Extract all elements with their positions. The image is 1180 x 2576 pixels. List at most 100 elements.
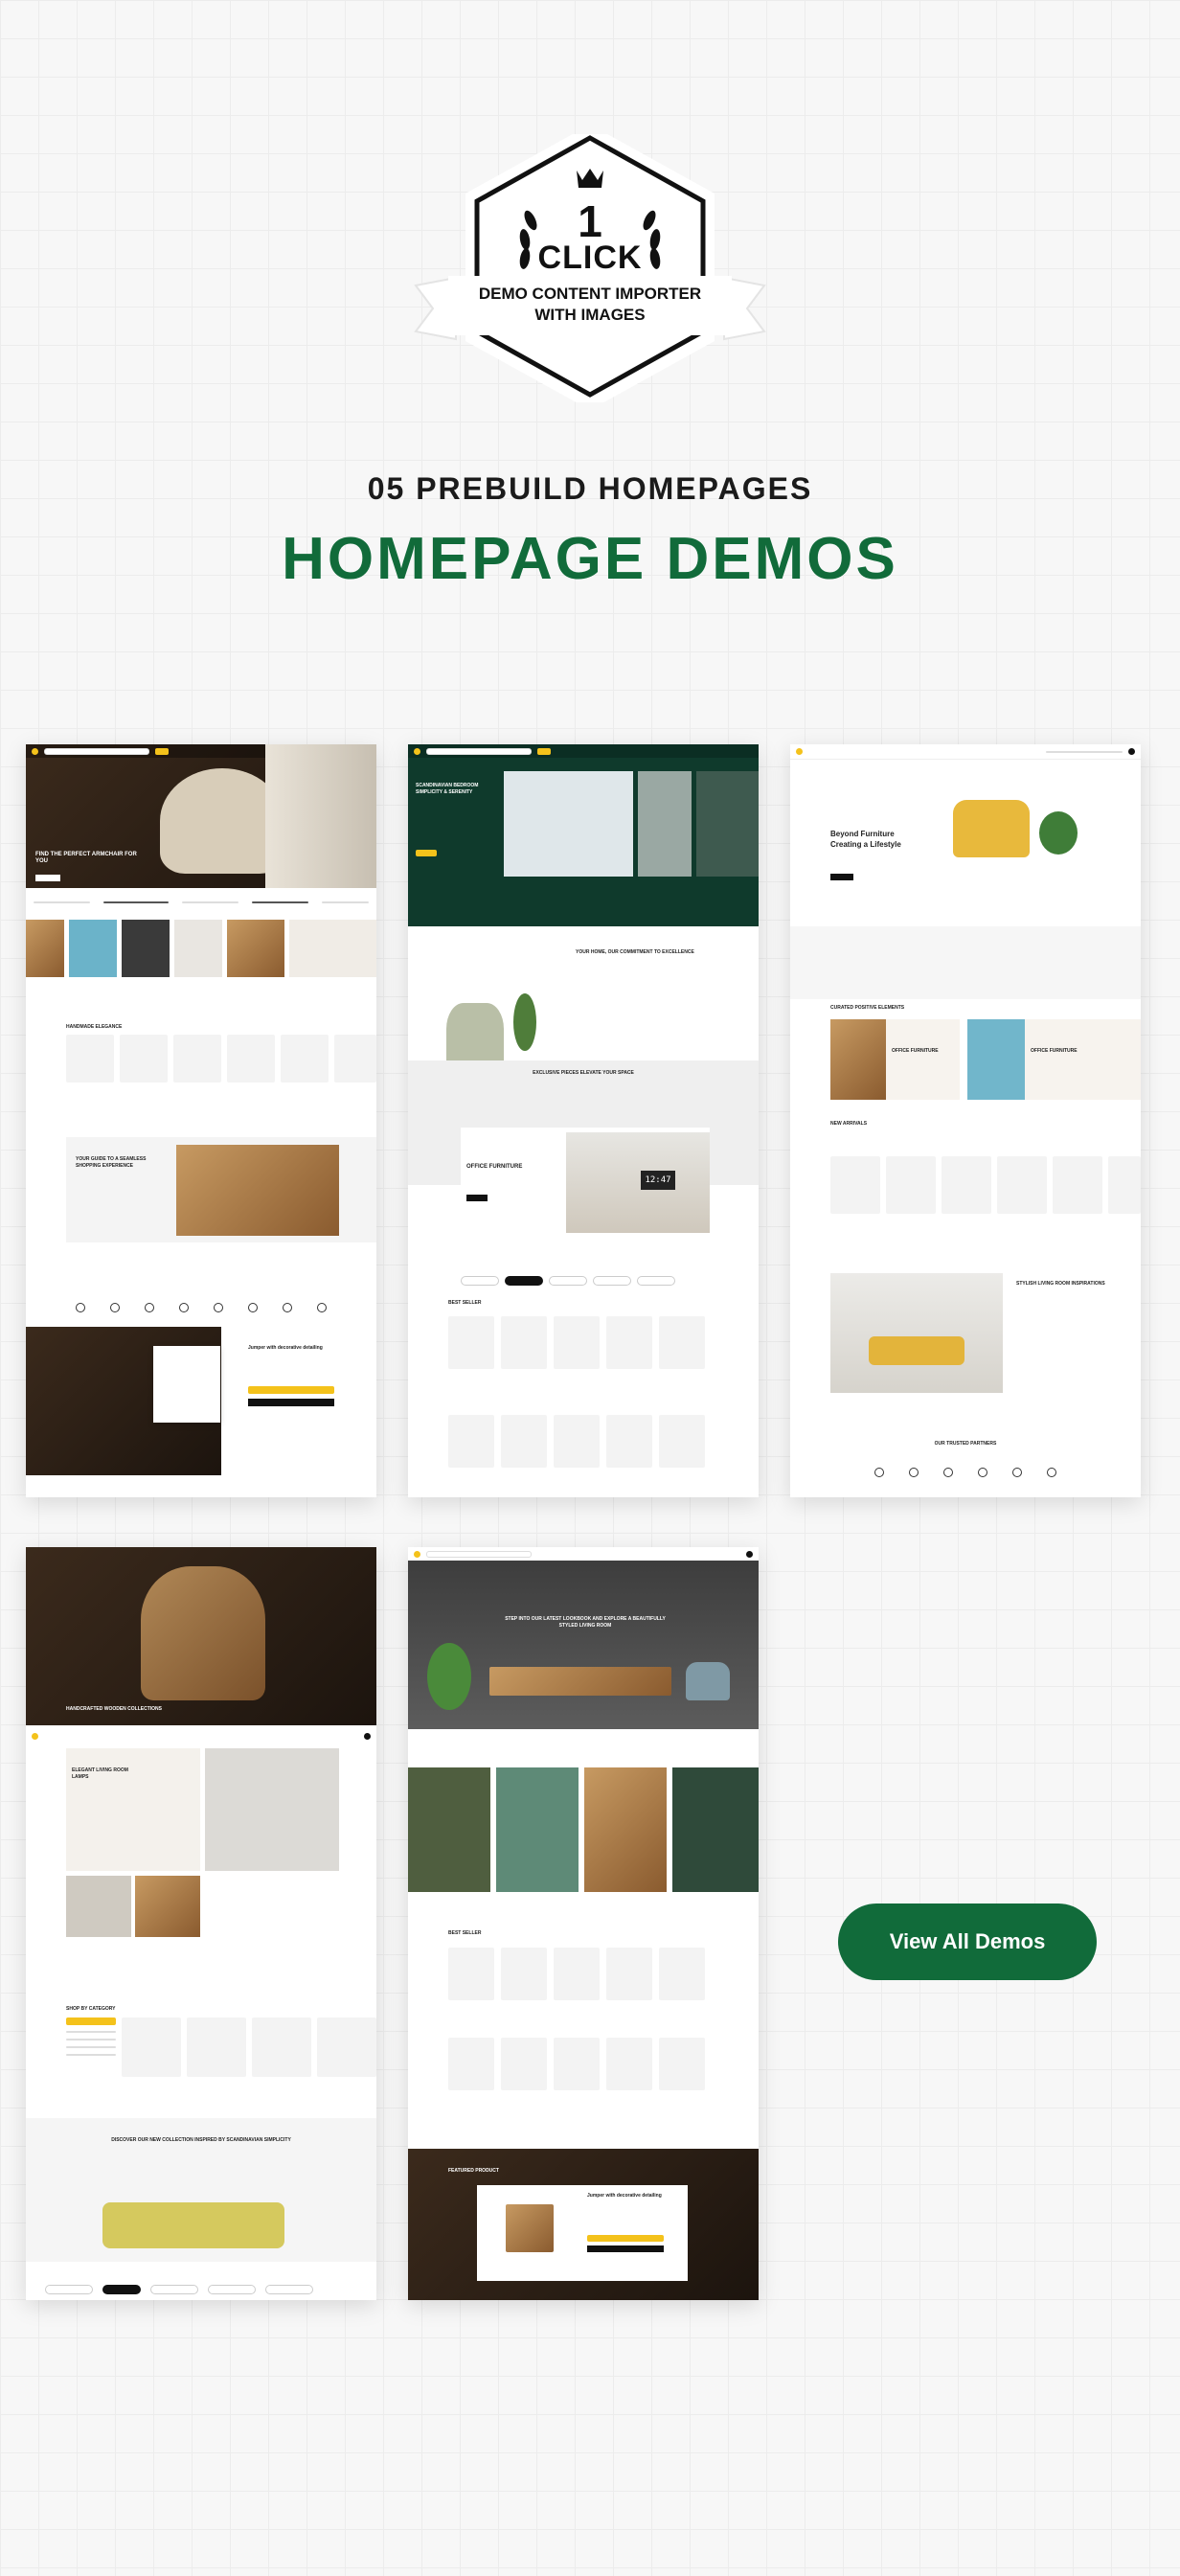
section-heading: YOUR HOME, OUR COMMITMENT TO EXCELLENCE (576, 949, 694, 955)
category-image (26, 920, 64, 977)
demo-card-3[interactable]: Beyond Furniture Creating a Lifestyle CU… (790, 744, 1141, 1497)
collection-banner: DISCOVER OUR NEW COLLECTION INSPIRED BY … (26, 2118, 376, 2262)
product-card (120, 1035, 168, 1083)
product-card (554, 2038, 600, 2090)
add-to-cart-button (248, 1386, 334, 1394)
hero-image: STEP INTO OUR LATEST LOOKBOOK AND EXPLOR… (408, 1547, 759, 1729)
category-pills (45, 2285, 361, 2294)
featured-section: FEATURED PRODUCT Jumper with decorative … (408, 2149, 759, 2300)
promo-heading: OFFICE FURNITURE (892, 1048, 939, 1054)
product-card (187, 2017, 246, 2077)
product-card (997, 1156, 1047, 1214)
product-card (830, 1156, 880, 1214)
demo-navbar (26, 1729, 376, 1743)
partners-heading: OUR TRUSTED PARTNERS (934, 1441, 997, 1447)
product-card (659, 1316, 705, 1369)
category-image (122, 920, 170, 977)
category-image (408, 1767, 490, 1892)
section-heading: CURATED POSITIVE ELEMENTS (830, 1005, 905, 1011)
category-image (69, 920, 117, 977)
cart-icon (364, 1732, 371, 1740)
product-card (448, 1948, 494, 2000)
promo-image (967, 1019, 1025, 1100)
product-card (448, 1415, 494, 1468)
category-pills (461, 1276, 719, 1286)
inspiration-heading: STYLISH LIVING ROOM INSPIRATIONS (1016, 1281, 1105, 1287)
product-card (1053, 1156, 1102, 1214)
product-card (501, 2038, 547, 2090)
promo-heading: OFFICE FURNITURE (1031, 1048, 1078, 1054)
category-image (584, 1767, 667, 1892)
product-card (606, 1316, 652, 1369)
hero-heading: HANDCRAFTED WOODEN COLLECTIONS (66, 1706, 162, 1712)
product-card (501, 1948, 547, 2000)
hero-heading-line1: Beyond Furniture (830, 830, 895, 838)
plant-icon (513, 993, 536, 1051)
search-button (537, 747, 551, 755)
office-image: 12:47 (566, 1132, 710, 1233)
badge-caption: DEMO CONTENT IMPORTER WITH IMAGES (437, 284, 743, 326)
product-card (659, 2038, 705, 2090)
product-card (554, 1948, 600, 2000)
hero-heading-line2: Creating a Lifestyle (830, 840, 901, 849)
brand-icons-row (26, 1300, 376, 1317)
features-strip (408, 1739, 759, 1767)
desk-image (506, 2204, 554, 2252)
list-heading: BEST SELLER (448, 1300, 482, 1306)
hero-heading: Beyond Furniture Creating a Lifestyle (830, 829, 945, 850)
product-card (1108, 1156, 1141, 1214)
demo-card-2[interactable]: SCANDINAVIAN BEDROOM SIMPLICITY & SERENI… (408, 744, 759, 1497)
demo-card-5[interactable]: STEP INTO OUR LATEST LOOKBOOK AND EXPLOR… (408, 1547, 759, 2300)
cart-icon (746, 1550, 753, 1558)
product-card (281, 1035, 329, 1083)
category-image (672, 1767, 759, 1892)
hero-heading: FIND THE PERFECT ARMCHAIR FOR YOU (35, 852, 137, 864)
badge-caption-line1: DEMO CONTENT IMPORTER (478, 285, 702, 303)
badge-caption-line2: WITH IMAGES (534, 306, 646, 324)
shelf-image (66, 1876, 131, 1937)
product-card (606, 2038, 652, 2090)
product-card (227, 1035, 275, 1083)
product-card (659, 1415, 705, 1468)
one-click-badge: 1 CLICK DEMO CONTENT IMPORTER WITH IMAGE… (398, 134, 782, 402)
view-all-demos-button[interactable]: View All Demos (838, 1904, 1097, 1980)
category-image (496, 1767, 579, 1892)
bedroom-image (696, 771, 759, 877)
cabinet-image (135, 1876, 200, 1937)
product-card (448, 2038, 494, 2090)
plant-icon (427, 1643, 471, 1710)
guide-heading: YOUR GUIDE TO A SEAMLESS SHOPPING EXPERI… (76, 1156, 147, 1169)
category-sidebar (66, 2017, 116, 2085)
living-room-image (830, 1273, 1003, 1393)
section-heading: HANDMADE ELEGANCE (66, 1024, 123, 1030)
hero-cta-button (35, 875, 60, 881)
office-section: OFFICE FURNITURE 12:47 (461, 1128, 710, 1242)
product-card (448, 1316, 494, 1369)
demo-card-4[interactable]: HANDCRAFTED WOODEN COLLECTIONS ELEGANT L… (26, 1547, 376, 2300)
logo-icon (32, 1732, 38, 1740)
product-card (886, 1156, 936, 1214)
banner-heading: DISCOVER OUR NEW COLLECTION INSPIRED BY … (111, 2137, 291, 2143)
category-heading: SHOP BY CATEGORY (66, 2006, 116, 2012)
category-image (174, 920, 222, 977)
sideboard-image (489, 1667, 671, 1696)
curtain-image (265, 744, 376, 888)
section-subtitle: 05 PREBUILD HOMEPAGES (367, 471, 813, 506)
product-card (554, 1415, 600, 1468)
plant-icon (1039, 811, 1078, 855)
clock-display: 12:47 (641, 1171, 675, 1190)
product-card (606, 1948, 652, 2000)
office-cta-button (466, 1195, 488, 1201)
product-card (554, 1316, 600, 1369)
hero-heading: SCANDINAVIAN BEDROOM SIMPLICITY & SERENI… (416, 783, 479, 795)
logo-icon (796, 748, 803, 755)
hero-section: SCANDINAVIAN BEDROOM SIMPLICITY & SERENI… (408, 744, 759, 926)
living-room-image (205, 1748, 339, 1871)
product-card (942, 1156, 991, 1214)
product-card (501, 1415, 547, 1468)
product-title: Jumper with decorative detailing (248, 1345, 323, 1351)
search-button (155, 747, 169, 755)
demo-card-1[interactable]: FIND THE PERFECT ARMCHAIR FOR YOU HANDMA… (26, 744, 376, 1497)
office-heading: OFFICE FURNITURE (466, 1164, 523, 1170)
demo-navbar (408, 744, 759, 758)
